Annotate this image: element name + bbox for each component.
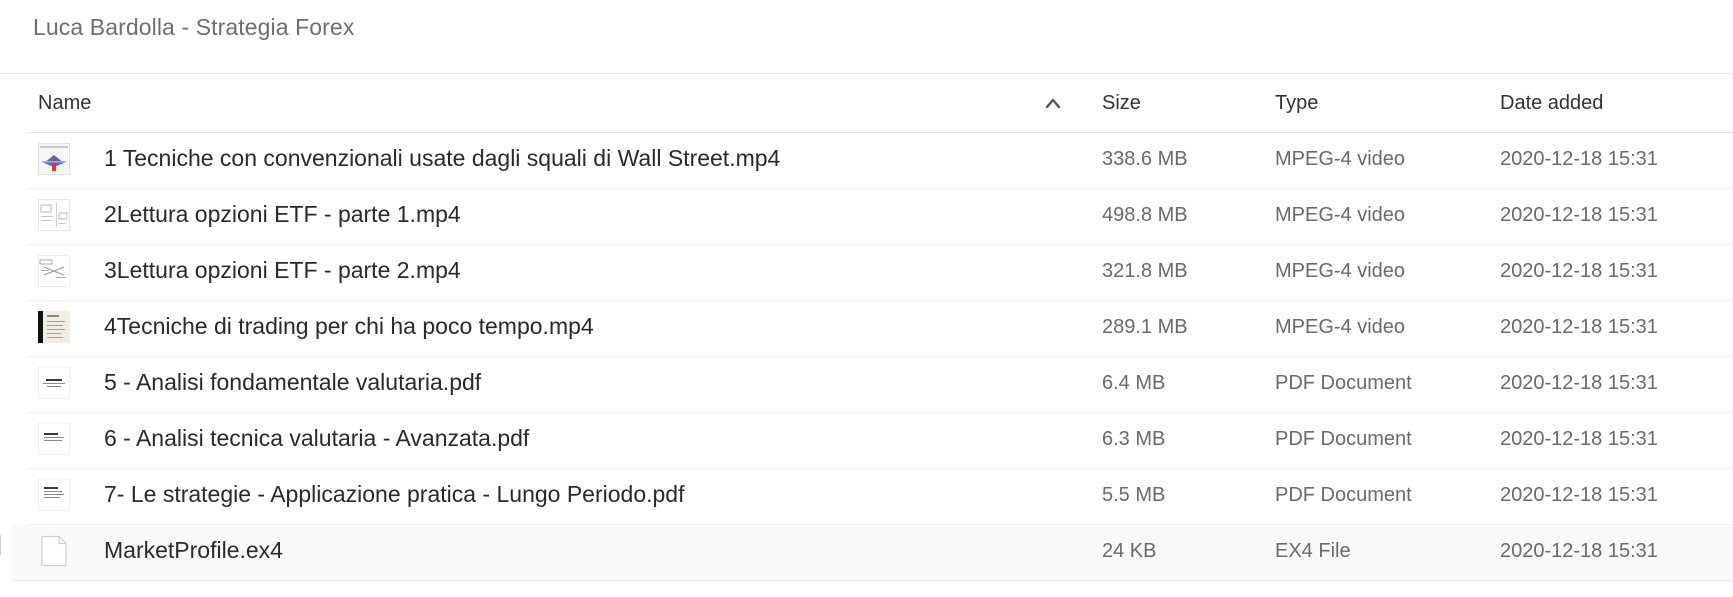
file-date-added: 2020-12-18 15:31	[1500, 260, 1658, 282]
file-size: 6.4 MB	[1102, 372, 1166, 394]
file-name[interactable]: 4Tecniche di trading per chi ha poco tem…	[104, 313, 594, 340]
file-size: 24 KB	[1102, 540, 1157, 562]
table-row[interactable]: MarketProfile.ex4 24 KB EX4 File 2020-12…	[12, 525, 1733, 581]
file-name[interactable]: 2Lettura opzioni ETF - parte 1.mp4	[104, 201, 461, 228]
column-header-name[interactable]: Name	[38, 92, 91, 115]
table-row[interactable]: 4Tecniche di trading per chi ha poco tem…	[28, 301, 1733, 357]
column-header-type[interactable]: Type	[1275, 92, 1318, 115]
file-name[interactable]: 3Lettura opzioni ETF - parte 2.mp4	[104, 257, 461, 284]
selection-edge-marker	[0, 535, 4, 555]
file-type: PDF Document	[1275, 428, 1412, 450]
file-date-added: 2020-12-18 15:31	[1500, 372, 1658, 394]
table-row[interactable]: 3Lettura opzioni ETF - parte 2.mp4 321.8…	[28, 245, 1733, 301]
table-row[interactable]: 5 - Analisi fondamentale valutaria.pdf 6…	[28, 357, 1733, 413]
file-type: MPEG-4 video	[1275, 148, 1406, 170]
file-name[interactable]: MarketProfile.ex4	[104, 537, 283, 564]
video-thumbnail-icon	[38, 255, 70, 287]
video-thumbnail-icon	[38, 199, 70, 231]
pdf-thumbnail-icon	[38, 367, 70, 399]
table-row[interactable]: 7- Le strategie - Applicazione pratica -…	[28, 469, 1733, 525]
file-type: EX4 File	[1275, 540, 1351, 562]
file-date-added: 2020-12-18 15:31	[1500, 148, 1658, 170]
file-date-added: 2020-12-18 15:31	[1500, 316, 1658, 338]
file-size: 498.8 MB	[1102, 204, 1188, 226]
file-size: 289.1 MB	[1102, 316, 1188, 338]
pdf-thumbnail-icon	[38, 479, 70, 511]
file-type: MPEG-4 video	[1275, 260, 1406, 282]
pdf-thumbnail-icon	[38, 423, 70, 455]
file-type: PDF Document	[1275, 484, 1412, 506]
column-header-date-added[interactable]: Date added	[1500, 92, 1603, 115]
table-row[interactable]: 2Lettura opzioni ETF - parte 1.mp4 498.8…	[28, 189, 1733, 245]
sort-ascending-icon[interactable]	[1044, 96, 1062, 110]
file-name[interactable]: 7- Le strategie - Applicazione pratica -…	[104, 481, 684, 508]
file-table: Name Size Type Date added 1 Tecniche con…	[12, 74, 1733, 581]
table-row[interactable]: 1 Tecniche con convenzionali usate dagli…	[28, 133, 1733, 189]
file-date-added: 2020-12-18 15:31	[1500, 484, 1658, 506]
file-date-added: 2020-12-18 15:31	[1500, 204, 1658, 226]
file-name[interactable]: 1 Tecniche con convenzionali usate dagli…	[104, 145, 780, 172]
file-name[interactable]: 6 - Analisi tecnica valutaria - Avanzata…	[104, 425, 529, 452]
table-row[interactable]: 6 - Analisi tecnica valutaria - Avanzata…	[28, 413, 1733, 469]
file-size: 338.6 MB	[1102, 148, 1188, 170]
file-icon	[41, 535, 67, 567]
file-type: MPEG-4 video	[1275, 316, 1406, 338]
file-type: PDF Document	[1275, 372, 1412, 394]
video-thumbnail-icon	[38, 311, 70, 343]
file-size: 321.8 MB	[1102, 260, 1188, 282]
file-name[interactable]: 5 - Analisi fondamentale valutaria.pdf	[104, 369, 481, 396]
column-header-size[interactable]: Size	[1102, 92, 1141, 115]
video-thumbnail-icon	[38, 143, 70, 175]
table-header: Name Size Type Date added	[28, 74, 1733, 133]
file-date-added: 2020-12-18 15:31	[1500, 428, 1658, 450]
file-type: MPEG-4 video	[1275, 204, 1406, 226]
file-date-added: 2020-12-18 15:31	[1500, 540, 1658, 562]
file-size: 5.5 MB	[1102, 484, 1166, 506]
breadcrumb: Luca Bardolla - Strategia Forex	[33, 14, 355, 40]
file-size: 6.3 MB	[1102, 428, 1166, 450]
